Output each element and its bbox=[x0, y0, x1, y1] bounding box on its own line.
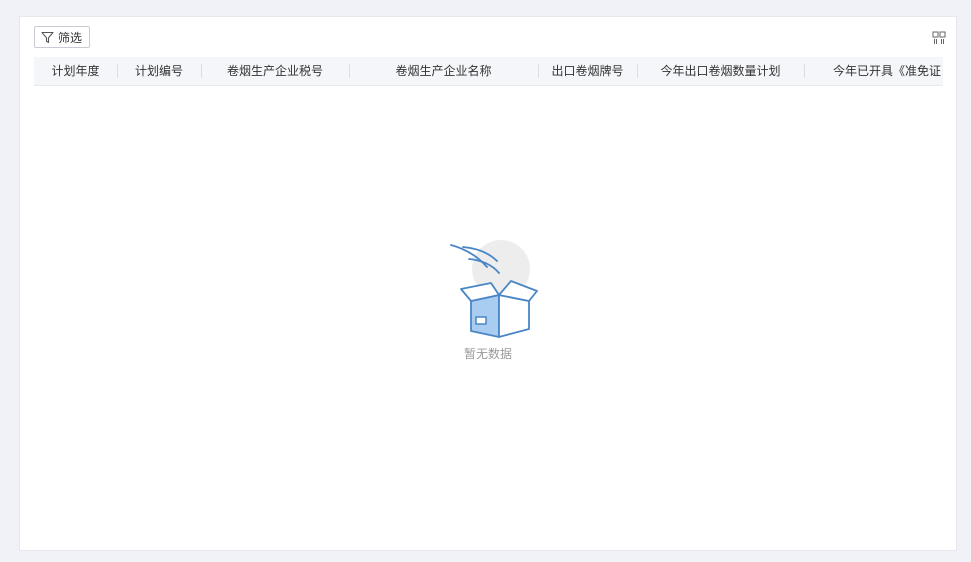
column-header-plan-number[interactable]: 计划编号 bbox=[117, 57, 201, 85]
column-header-export-brand[interactable]: 出口卷烟牌号 bbox=[538, 57, 637, 85]
column-header-plan-year[interactable]: 计划年度 bbox=[34, 57, 117, 85]
column-header-producer-tax-id[interactable]: 卷烟生产企业税号 bbox=[201, 57, 349, 85]
empty-state: 暂无数据 bbox=[20, 239, 956, 362]
column-header-issued-certificates[interactable]: 今年已开具《准免证 bbox=[804, 57, 943, 85]
filter-button-label: 筛选 bbox=[58, 30, 83, 45]
table-toolbar: 筛选 bbox=[34, 26, 946, 52]
grid-icon bbox=[932, 30, 946, 49]
funnel-icon bbox=[41, 31, 54, 44]
table-header: 计划年度 计划编号 卷烟生产企业税号 卷烟生产企业名称 出口卷烟牌号 今年出口卷… bbox=[34, 57, 943, 86]
filter-button[interactable]: 筛选 bbox=[34, 26, 91, 48]
column-header-producer-name[interactable]: 卷烟生产企业名称 bbox=[349, 57, 538, 85]
empty-state-text: 暂无数据 bbox=[463, 347, 512, 361]
table-panel: 筛选 计划年度 计划编号 卷烟生产企业税号 卷烟生产企业名称 出口卷烟牌号 今年… bbox=[19, 16, 957, 551]
column-header-export-quantity-plan[interactable]: 今年出口卷烟数量计划 bbox=[637, 57, 804, 85]
empty-box-icon bbox=[20, 239, 956, 339]
column-settings-button[interactable] bbox=[932, 30, 946, 44]
